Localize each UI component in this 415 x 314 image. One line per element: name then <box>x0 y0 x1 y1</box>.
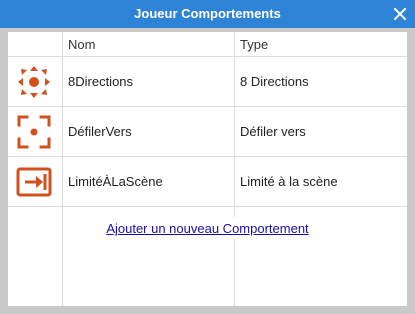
column-header-type[interactable]: Type <box>240 32 268 57</box>
behavior-name: LimitéÀLaScène <box>68 174 163 189</box>
scroll-to-target-icon <box>15 113 53 151</box>
behavior-type: Défiler vers <box>240 124 306 139</box>
table-header: Nom Type <box>8 32 407 57</box>
dialog-title: Joueur Comportements <box>134 6 281 21</box>
behavior-name: DéfilerVers <box>68 124 132 139</box>
table-row[interactable]: 8Directions 8 Directions <box>8 57 407 107</box>
column-header-name[interactable]: Nom <box>68 32 95 57</box>
close-icon[interactable] <box>391 5 409 23</box>
eight-direction-arrows-icon <box>15 63 53 101</box>
behavior-type: 8 Directions <box>240 74 309 89</box>
table-row[interactable]: DéfilerVers Défiler vers <box>8 107 407 157</box>
table-row[interactable]: LimitéÀLaScène Limité à la scène <box>8 157 407 207</box>
behaviors-table: Nom Type 8Directions 8 Directions Défile… <box>8 32 407 306</box>
behavior-type: Limité à la scène <box>240 174 338 189</box>
behaviors-dialog: Joueur Comportements Nom Type 8Direction… <box>0 0 415 314</box>
add-behavior-link[interactable]: Ajouter un nouveau Comportement <box>8 221 407 236</box>
bound-to-layout-icon <box>15 163 53 201</box>
title-bar[interactable]: Joueur Comportements <box>0 0 415 28</box>
behavior-name: 8Directions <box>68 74 134 89</box>
